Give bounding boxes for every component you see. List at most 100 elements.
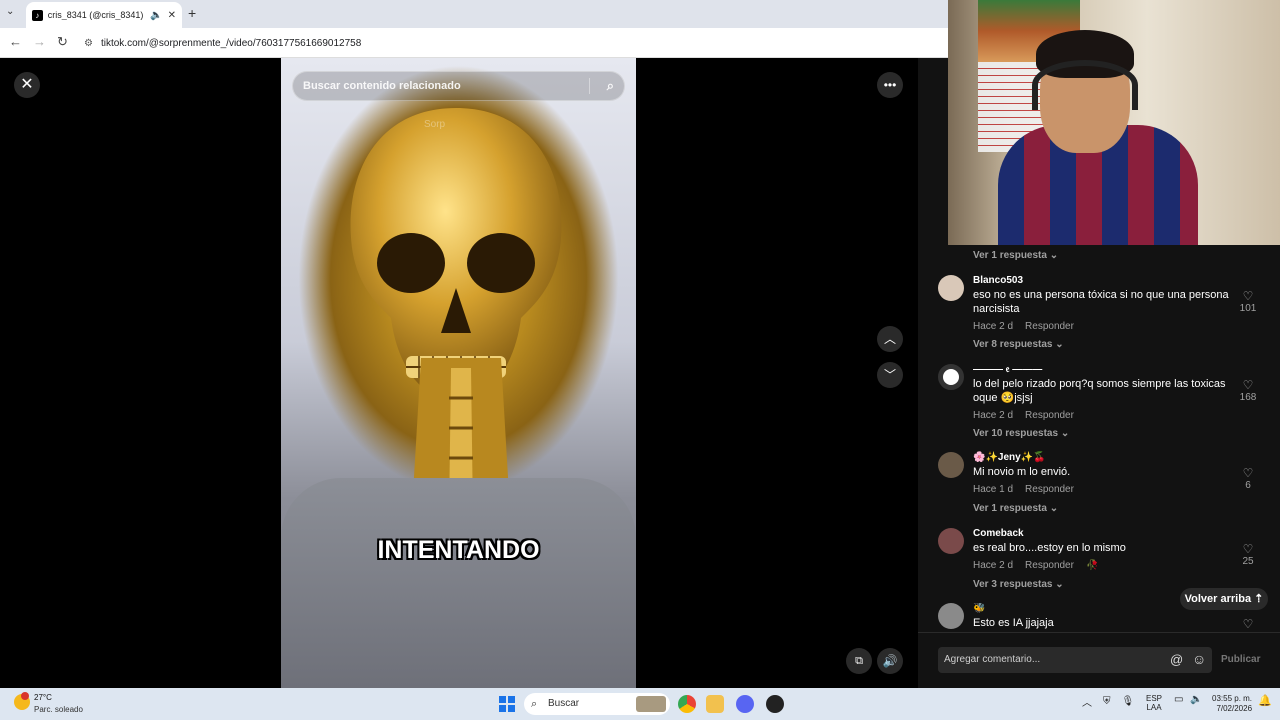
system-tray: ︿ ⛨ 🎙 [1082,694,1134,709]
view-replies-label: Ver 8 respuestas [973,339,1053,350]
like-count: 6 [1245,480,1251,491]
microphone-icon[interactable]: 🎙 [1122,696,1135,707]
search-icon: ⌕ [531,698,538,710]
previous-video-chevron-up-icon[interactable]: ︿ [877,326,903,352]
avatar[interactable] [938,452,964,478]
comment-username[interactable]: ——— 𝔢 ——— [973,364,1042,375]
view-replies-link[interactable]: Ver 1 respuesta ⌄ [973,250,1058,261]
tray-overflow-chevron-icon[interactable]: ︿ [1082,694,1092,709]
search-placeholder: Buscar contenido relacionado [303,80,461,92]
tab-close-icon[interactable]: ✕ [168,10,176,21]
chrome-app-icon[interactable] [678,695,696,713]
network-icon[interactable]: ▭ [1174,694,1183,705]
view-replies-link[interactable]: Ver 3 respuestas ⌄ [973,579,1064,590]
file-explorer-icon[interactable] [706,695,724,713]
search-highlight-image [636,696,666,712]
weather-temperature[interactable]: 27°C [34,693,52,702]
heart-icon: ♡ [1242,542,1254,556]
view-replies-label: Ver 10 respuestas [973,428,1059,439]
discord-app-icon[interactable] [736,695,754,713]
comment-meta: Hace 2 d Responder 🥀 [973,560,1110,571]
shirt-image [281,478,636,688]
related-search-input[interactable]: Buscar contenido relacionado ⌕ [292,71,625,101]
comment-username[interactable]: Comeback [973,528,1024,539]
author-overlay-text: Sorp [424,119,446,130]
headset-image [1032,60,1138,110]
comment-meta: Hace 1 d Responder [973,484,1086,495]
back-arrow-icon[interactable]: ← [9,34,22,49]
like-button[interactable]: ♡ 6 [1236,466,1260,491]
volume-icon[interactable]: 🔊 [877,648,903,674]
reply-button[interactable]: Responder [1025,410,1074,421]
address-bar[interactable]: ⚙ tiktok.com/@sorprenmente_/video/760317… [84,32,944,54]
comment-text: es real bro....estoy en lo mismo [973,542,1126,554]
heart-icon: ♡ [1242,378,1254,392]
avatar[interactable] [938,275,964,301]
comment-age: Hace 1 d [973,484,1014,495]
comment-username[interactable]: Blanco503 [973,275,1023,286]
comment-meta: Hace 2 d Responder [973,321,1086,332]
creator-liked-icon: 🥀 [1085,560,1099,571]
clock-time: 03:55 p. m. [1212,694,1253,703]
comment-text: Mi novio m lo envió. [973,466,1071,478]
like-button[interactable]: ♡ 25 [1236,542,1260,567]
comment-username[interactable]: 🌸✨Jeny✨🍒 [973,452,1046,463]
close-video-button[interactable]: ✕ [14,72,40,98]
security-shield-icon[interactable]: ⛨ [1103,696,1111,707]
mention-at-icon[interactable]: @ [1170,652,1183,667]
search-divider [589,78,590,94]
active-tab[interactable]: ♪ cris_8341 (@cris_8341) | Tik 🔈 ✕ [26,2,182,28]
publish-button[interactable]: Publicar [1221,654,1260,665]
lang-code: ESP [1146,694,1163,703]
reply-button[interactable]: Responder [1025,321,1074,332]
comment-age: Hace 2 d [973,410,1014,421]
more-options-button[interactable]: ••• [877,72,903,98]
tab-search-chevron-icon[interactable]: ⌄ [6,6,14,17]
taskbar-clock[interactable]: 03:55 p. m. 7/02/2026 [1212,694,1252,714]
view-replies-label: Ver 1 respuesta [973,250,1047,261]
comment-item: 🌸✨Jeny✨🍒 Mi novio m lo envió. Hace 1 d Re… [938,452,1260,514]
emoji-icon[interactable]: ☺ [1192,651,1206,667]
keyboard-language[interactable]: ESP LAA [1146,694,1162,712]
heart-icon: ♡ [1242,289,1254,303]
view-replies-link[interactable]: Ver 10 respuestas ⌄ [973,428,1069,439]
back-to-top-button[interactable]: Volver arriba ⇡ [1180,588,1268,610]
avatar[interactable] [938,364,964,390]
comment-text: Esto es IA jjajaja [973,617,1054,629]
like-button[interactable]: ♡ 101 [1236,289,1260,314]
notifications-bell-icon[interactable]: 🔔 [1258,694,1272,707]
site-info-icon[interactable]: ⚙ [84,38,93,49]
like-button[interactable]: ♡ 168 [1236,378,1260,403]
recording-app-icon[interactable] [766,695,784,713]
weather-description[interactable]: Parc. soleado [34,705,83,714]
view-replies-link[interactable]: Ver 8 respuestas ⌄ [973,339,1064,350]
forward-arrow-icon[interactable]: → [33,34,46,49]
taskbar-search[interactable]: ⌕ Buscar [524,693,670,715]
tiktok-favicon-icon: ♪ [32,9,43,21]
view-replies-link[interactable]: Ver 1 respuesta ⌄ [973,503,1058,514]
like-count: 101 [1239,303,1257,314]
compose-divider [918,632,1280,633]
notification-badge [21,692,29,700]
view-replies-label: Ver 3 respuestas [973,579,1053,590]
reply-button[interactable]: Responder [1025,484,1074,495]
next-video-chevron-down-icon[interactable]: ﹀ [877,362,903,388]
new-tab-button[interactable]: + [188,5,196,21]
like-button[interactable]: ♡ [1236,617,1260,631]
avatar[interactable] [938,603,964,629]
tab-audio-icon[interactable]: 🔈 [150,10,162,21]
search-icon[interactable]: ⌕ [607,78,614,94]
url-text[interactable]: tiktok.com/@sorprenmente_/video/76031775… [101,38,361,49]
comment-age: Hace 2 d [973,321,1014,332]
windows-start-icon[interactable] [499,696,515,712]
reply-button[interactable]: Responder [1025,560,1074,571]
comment-username[interactable]: 🐝 [973,603,985,614]
reload-icon[interactable]: ↻ [57,34,68,50]
taskbar-search-label: Buscar [548,698,580,709]
picture-in-picture-icon[interactable]: ⧉ [846,648,872,674]
speaker-icon[interactable]: 🔈 [1190,694,1202,705]
avatar[interactable] [938,528,964,554]
lang-layout: LAA [1146,703,1162,712]
heart-icon: ♡ [1242,617,1254,631]
video-player[interactable]: INTENTANDO [281,58,636,688]
